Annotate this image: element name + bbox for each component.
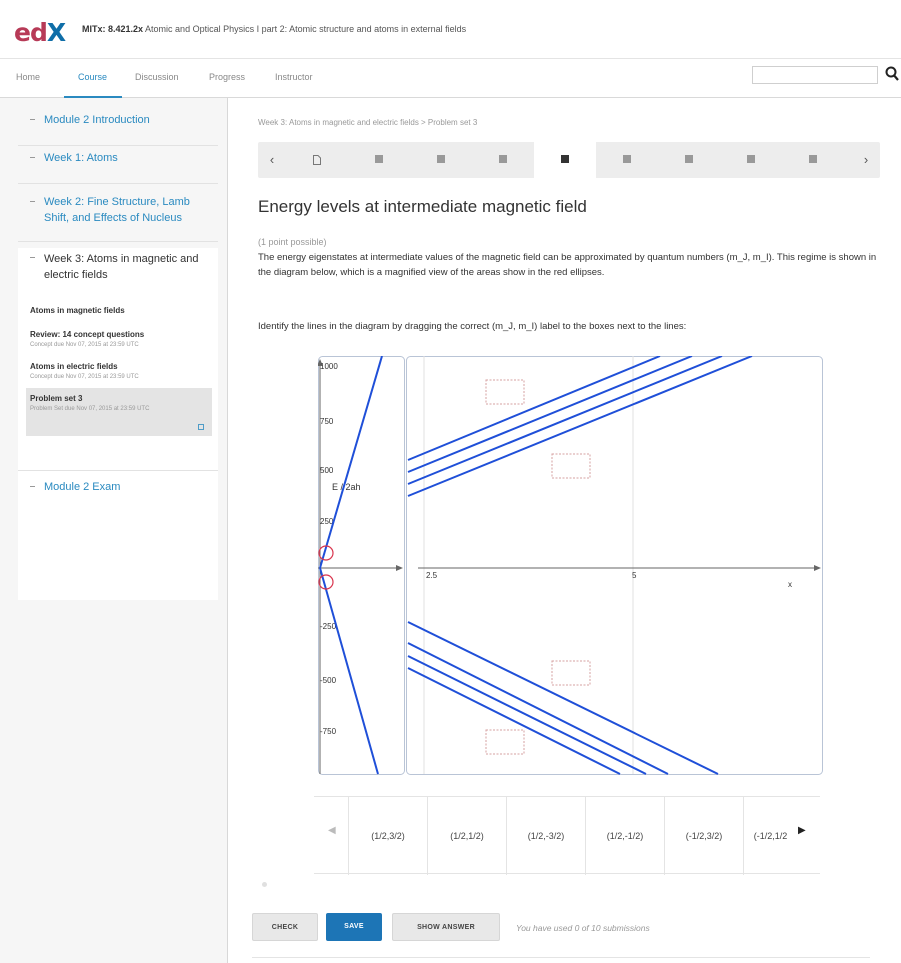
chapter-label: Module 2 Exam [44, 481, 121, 493]
sequence-title: Review: 14 concept questions [30, 330, 145, 339]
sequence-tab-problem[interactable] [658, 142, 720, 178]
divider [252, 957, 870, 958]
sequence-title: Atoms in magnetic fields [30, 306, 125, 315]
problem-icon [437, 155, 445, 163]
sequence-prev-button[interactable]: ‹ [258, 142, 286, 178]
draggable-label[interactable]: (1/2,-1/2) [585, 797, 664, 875]
sidebar-item-week2[interactable]: Week 2: Fine Structure, Lamb Shift, and … [18, 194, 218, 242]
problem-icon [809, 155, 817, 163]
sequence-next-button[interactable]: › [852, 142, 880, 178]
problem-title: Energy levels at intermediate magnetic f… [258, 197, 587, 216]
sequence-due-date: Concept due Nov 07, 2015 at 23:59 UTC [30, 374, 139, 380]
problem-icon [685, 155, 693, 163]
right-panel-frame [406, 356, 823, 775]
sequence-due-date: Problem Set due Nov 07, 2015 at 23:59 UT… [30, 406, 150, 412]
chapter-label: Week 1: Atoms [44, 152, 118, 164]
chapter-dash [30, 201, 35, 202]
y-tick-label: -500 [320, 676, 337, 685]
energy-level-diagram: E / 2ah 1000 750 500 250 -250 -500 -750 … [318, 356, 823, 775]
tab-home[interactable]: Home [16, 72, 40, 82]
course-title: MITx: 8.421.2x Atomic and Optical Physic… [82, 24, 466, 34]
problem-instruction: Identify the lines in the diagram by dra… [258, 321, 687, 332]
sidebar-item-module2-exam[interactable]: Module 2 Exam [18, 470, 218, 500]
y-tick-label: -250 [320, 622, 337, 631]
sidebar-item-week1[interactable]: Week 1: Atoms [18, 150, 218, 184]
y-tick-label: 750 [320, 417, 334, 426]
show-answer-button[interactable]: SHOW ANSWER [392, 913, 500, 941]
y-tick-label: -750 [320, 727, 337, 736]
chapter-dash [30, 257, 35, 258]
tab-progress[interactable]: Progress [209, 72, 245, 82]
sequence-item-atoms-magnetic[interactable]: Atoms in magnetic fields [30, 306, 216, 315]
sequence-tab-problem[interactable] [782, 142, 844, 178]
problem-icon [623, 155, 631, 163]
tab-course[interactable]: Course [78, 72, 107, 82]
chapter-dash [30, 119, 35, 120]
problem-icon [561, 155, 569, 163]
sequence-title: Atoms in electric fields [30, 362, 118, 371]
y-tick-label: 500 [320, 466, 334, 475]
sequence-tab-problem[interactable] [410, 142, 472, 178]
sidebar-item-module2-intro[interactable]: Module 2 Introduction [18, 112, 218, 146]
draggable-label[interactable]: (1/2,1/2) [427, 797, 506, 875]
x-axis-label: x [788, 580, 792, 589]
sequence-tab-problem[interactable] [596, 142, 658, 178]
x-tick-label: 5 [632, 571, 637, 580]
chapter-dash [30, 486, 35, 487]
edx-logo[interactable]: edX [14, 18, 66, 47]
search-icon[interactable] [885, 65, 899, 83]
draggable-label[interactable]: (-1/2,1/2 [743, 797, 797, 875]
tab-instructor[interactable]: Instructor [275, 72, 313, 82]
sequence-item-atoms-electric[interactable]: Atoms in electric fields Concept due Nov… [30, 362, 216, 381]
header: edX MITx: 8.421.2x Atomic and Optical Ph… [0, 0, 901, 58]
chapter-label: Week 3: Atoms in magnetic and electric f… [44, 253, 199, 281]
external-link-icon [198, 424, 204, 430]
chapter-dash [30, 157, 35, 158]
search-input[interactable] [752, 66, 878, 84]
sequence-nav: ‹ › [258, 142, 880, 178]
check-button[interactable]: CHECK [252, 913, 318, 941]
problem-icon [375, 155, 383, 163]
status-indicator [262, 882, 267, 887]
sequence-tab-problem[interactable] [472, 142, 534, 178]
breadcrumb: Week 3: Atoms in magnetic and electric f… [258, 118, 478, 127]
sequence-title: Problem set 3 [30, 394, 83, 403]
x-tick-label: 2.5 [426, 571, 438, 580]
scroll-right-icon[interactable]: ▶ [798, 825, 806, 836]
points-possible: (1 point possible) [258, 237, 327, 247]
tab-discussion[interactable]: Discussion [135, 72, 179, 82]
sequence-due-date: Concept due Nov 07, 2015 at 23:59 UTC [30, 342, 139, 348]
sequence-tab-problem[interactable] [348, 142, 410, 178]
y-axis-label: E / 2ah [332, 482, 361, 492]
scroll-left-icon[interactable]: ◀ [328, 825, 336, 836]
course-name: Atomic and Optical Physics I part 2: Ato… [145, 24, 467, 34]
draggable-label[interactable]: (-1/2,3/2) [664, 797, 743, 875]
sequence-item-review[interactable]: Review: 14 concept questions Concept due… [30, 330, 216, 349]
course-nav: Home Course Discussion Progress Instruct… [0, 58, 901, 98]
chapter-label: Week 2: Fine Structure, Lamb Shift, and … [44, 196, 190, 224]
sequence-tab-page[interactable] [286, 142, 348, 178]
course-code: MITx: 8.421.2x [82, 24, 144, 34]
sequence-tab-problem-active[interactable] [534, 142, 596, 178]
problem-description: The energy eigenstates at intermediate v… [258, 252, 877, 278]
problem-icon [747, 155, 755, 163]
course-sidebar: Module 2 Introduction Week 1: Atoms Week… [0, 98, 228, 963]
y-tick-label: 1000 [320, 362, 338, 371]
save-button[interactable]: SAVE [326, 913, 382, 941]
submissions-count: You have used 0 of 10 submissions [516, 923, 650, 933]
sequence-item-problem-set-3[interactable]: Problem set 3 Problem Set due Nov 07, 20… [26, 388, 212, 436]
sequence-tab-problem[interactable] [720, 142, 782, 178]
problem-icon [499, 155, 507, 163]
draggable-label[interactable]: (1/2,-3/2) [506, 797, 585, 875]
draggable-labels-strip: ◀ (1/2,3/2) (1/2,1/2) (1/2,-3/2) (1/2,-1… [314, 796, 820, 875]
page-icon [313, 155, 321, 165]
chapter-label: Module 2 Introduction [44, 114, 150, 126]
draggable-label[interactable]: (1/2,3/2) [348, 797, 427, 875]
